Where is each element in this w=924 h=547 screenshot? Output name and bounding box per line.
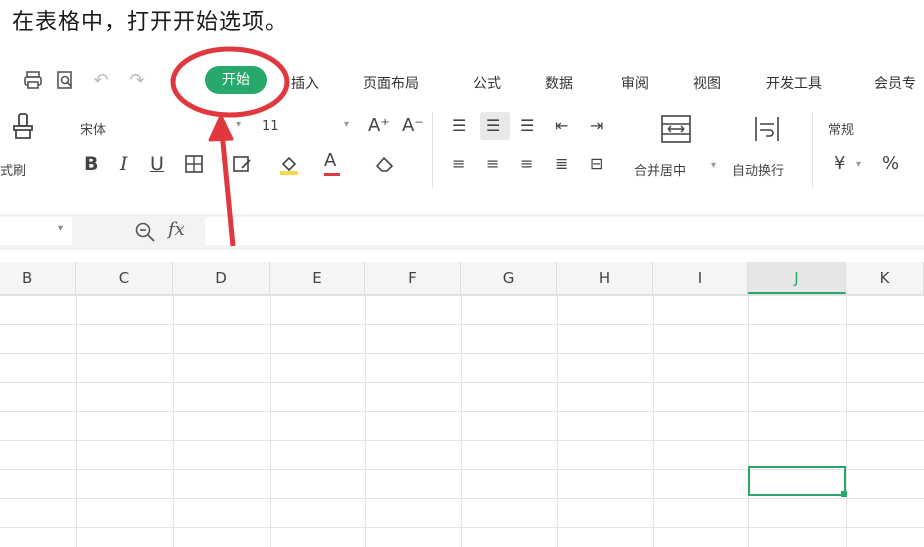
tab-formula[interactable]: 公式 <box>473 73 501 93</box>
tab-data[interactable]: 数据 <box>545 73 573 93</box>
cell-style-icon[interactable] <box>232 154 254 179</box>
grid-line <box>461 295 462 547</box>
justify-icon[interactable]: ≣ <box>555 154 568 174</box>
redo-icon[interactable]: ↷ <box>126 70 148 92</box>
undo-icon[interactable]: ↶ <box>90 70 112 92</box>
tab-home[interactable]: 开始 <box>205 66 267 94</box>
column-header-d[interactable]: D <box>173 262 270 294</box>
currency-dropdown-icon[interactable]: ▾ <box>856 159 861 170</box>
ribbon-separator <box>812 112 813 188</box>
formula-bar: ▾ fx <box>0 214 924 250</box>
clear-format-icon[interactable] <box>374 154 396 179</box>
name-box[interactable]: ▾ <box>0 217 72 245</box>
name-box-dropdown-icon[interactable]: ▾ <box>58 223 63 234</box>
decrease-indent-icon[interactable]: ⇤ <box>555 116 568 136</box>
print-icon[interactable] <box>22 70 44 92</box>
formula-input[interactable] <box>205 217 924 245</box>
font-size-dropdown-icon[interactable]: ▾ <box>344 119 349 130</box>
tab-review[interactable]: 审阅 <box>621 73 649 93</box>
align-top-icon[interactable]: ☰ <box>452 116 466 136</box>
italic-icon[interactable]: I <box>120 154 128 174</box>
fill-handle[interactable] <box>841 491 847 497</box>
font-color-icon[interactable]: A <box>324 150 340 176</box>
fx-icon[interactable]: fx <box>168 220 185 240</box>
quick-access-dropdown-icon[interactable]: ▾ <box>162 70 184 92</box>
ribbon-separator <box>432 112 433 188</box>
shrink-font-icon[interactable]: A⁻ <box>402 116 424 136</box>
align-right-icon[interactable]: ≡ <box>520 154 533 174</box>
grow-font-icon[interactable]: A⁺ <box>368 116 390 136</box>
wrap-text-label[interactable]: 自动换行 <box>732 160 784 179</box>
column-header-h[interactable]: H <box>557 262 653 294</box>
menu-bar: ↶ ↷ ▾ 插入 页面布局 公式 数据 审阅 视图 开发工具 会员专 <box>0 64 924 100</box>
column-header-b[interactable]: B <box>0 262 76 294</box>
tab-developer[interactable]: 开发工具 <box>766 73 822 93</box>
cell-grid[interactable] <box>0 295 924 547</box>
column-header-row: B C D E F G H I J K <box>0 262 924 295</box>
grid-line <box>653 295 654 547</box>
percent-icon[interactable]: % <box>882 154 899 174</box>
format-painter-label[interactable]: 式刷 <box>0 160 26 179</box>
zoom-formula-icon[interactable] <box>134 221 156 248</box>
number-format-select[interactable]: 常规 <box>828 119 854 138</box>
tab-member[interactable]: 会员专 <box>874 73 916 93</box>
column-header-c[interactable]: C <box>76 262 173 294</box>
merge-center-label[interactable]: 合并居中 <box>634 160 686 179</box>
grid-line <box>76 295 77 547</box>
grid-line <box>173 295 174 547</box>
grid-line <box>846 295 847 547</box>
font-name-dropdown-icon[interactable]: ▾ <box>236 119 241 130</box>
column-header-k[interactable]: K <box>846 262 924 294</box>
currency-icon[interactable]: ¥ <box>834 154 845 174</box>
borders-icon[interactable] <box>184 154 204 179</box>
underline-icon[interactable]: U <box>150 154 164 174</box>
tab-page-layout[interactable]: 页面布局 <box>363 73 419 93</box>
column-header-j[interactable]: J <box>748 262 846 294</box>
align-left-icon[interactable]: ≡ <box>452 154 465 174</box>
merge-center-dropdown-icon[interactable]: ▾ <box>711 160 716 171</box>
align-bottom-icon[interactable]: ☰ <box>520 116 534 136</box>
grid-line <box>270 295 271 547</box>
wrap-text-icon[interactable] <box>752 114 782 149</box>
tab-insert[interactable]: 插入 <box>291 73 319 93</box>
print-preview-icon[interactable] <box>54 70 76 92</box>
grid-line <box>748 295 749 547</box>
increase-indent-icon[interactable]: ⇥ <box>590 116 603 136</box>
grid-line <box>365 295 366 547</box>
bold-icon[interactable]: B <box>84 154 98 174</box>
column-header-i[interactable]: I <box>653 262 748 294</box>
font-size-select[interactable]: 11 <box>262 119 279 134</box>
column-header-e[interactable]: E <box>270 262 365 294</box>
tab-view[interactable]: 视图 <box>693 73 721 93</box>
merge-center-icon[interactable] <box>660 114 692 149</box>
font-name-select[interactable]: 宋体 <box>80 119 106 138</box>
column-header-f[interactable]: F <box>365 262 461 294</box>
fill-color-icon[interactable] <box>278 154 300 181</box>
format-painter-icon[interactable] <box>10 112 36 144</box>
align-center-icon[interactable]: ≡ <box>486 154 499 174</box>
grid-line <box>557 295 558 547</box>
selected-cell[interactable] <box>748 466 846 496</box>
font-color-letter: A <box>324 150 337 171</box>
column-header-g[interactable]: G <box>461 262 557 294</box>
align-middle-icon[interactable]: ☰ <box>486 116 500 136</box>
distributed-icon[interactable]: ⊟ <box>590 154 603 174</box>
ribbon: 式刷 宋体 ▾ 11 ▾ A⁺ A⁻ B I U A ☰ ☰ ☰ ⇤ ⇥ ≡ ≡… <box>0 104 924 196</box>
instruction-text: 在表格中，打开开始选项。 <box>12 10 289 35</box>
